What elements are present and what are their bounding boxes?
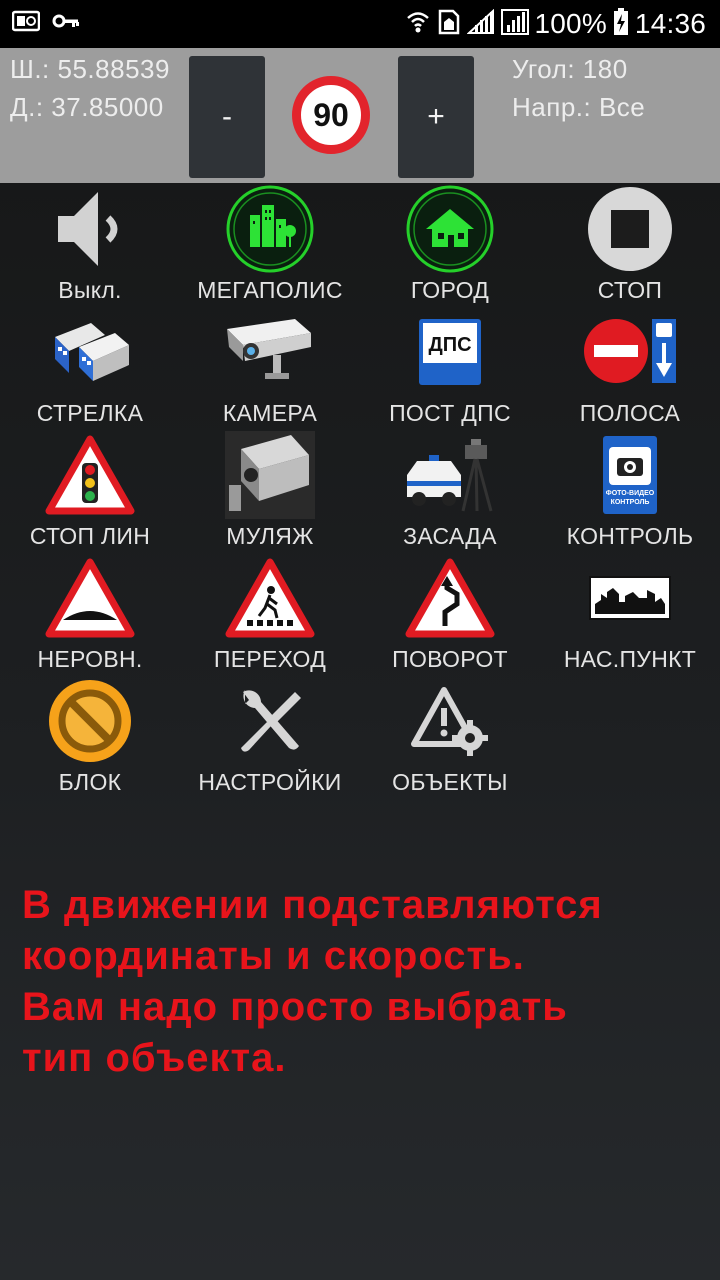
- key-icon: [52, 11, 80, 36]
- tile-label: ПОВОРОТ: [392, 646, 508, 672]
- tile-lane[interactable]: ПОЛОСА: [540, 306, 720, 429]
- tile-label: НАСТРОЙКИ: [198, 769, 342, 795]
- tile-camera[interactable]: КАМЕРА: [180, 306, 360, 429]
- sign-caption-2: КОНТРОЛЬ: [611, 499, 650, 506]
- tile-block[interactable]: БЛОК: [0, 675, 180, 798]
- warning-gear-icon: [405, 677, 495, 765]
- speed-plus-button[interactable]: +: [398, 56, 474, 178]
- message-line: В движении подставляются: [22, 883, 603, 927]
- tile-label: ОБЪЕКТЫ: [392, 769, 508, 795]
- dangerous-curve-icon: [405, 554, 495, 642]
- dps-sign-text: ДПС: [428, 334, 471, 356]
- tile-settings[interactable]: НАСТРОЙКИ: [180, 675, 360, 798]
- status-bar: 100% 14:36: [0, 0, 720, 48]
- info-message: В движении подставляются координаты и ск…: [22, 880, 712, 1084]
- signal-icon: [500, 8, 529, 40]
- tile-objects[interactable]: ОБЪЕКТЫ: [360, 675, 540, 798]
- settlement-sign-icon: [585, 554, 675, 642]
- tile-label: СТОП: [597, 277, 663, 303]
- tile-arrow-camera[interactable]: СТРЕЛКА: [0, 306, 180, 429]
- tile-megapolis[interactable]: МЕГАПОЛИС: [180, 183, 360, 306]
- longitude-readout: Д.: 37.85000: [10, 92, 164, 122]
- speed-minus-button[interactable]: -: [189, 56, 265, 178]
- top-panel: Ш.: 55.88539 Д.: 37.85000 - 90 + Угол: 1…: [0, 48, 720, 183]
- tile-label: БЛОК: [58, 769, 122, 795]
- tile-label: МЕГАПОЛИС: [197, 277, 343, 303]
- prohibited-icon: [45, 677, 135, 765]
- message-line: тип объекта.: [22, 1036, 287, 1080]
- wifi-icon: [405, 9, 431, 40]
- tile-settlement[interactable]: НАС.ПУНКТ: [540, 552, 720, 675]
- tile-label: ЗАСАДА: [403, 523, 497, 549]
- dummy-camera-icon: [225, 431, 315, 519]
- stop-icon: [585, 185, 675, 273]
- tile-label: НАС.ПУНКТ: [563, 646, 697, 672]
- tile-bump[interactable]: НЕРОВН.: [0, 552, 180, 675]
- city-skyline-icon: [225, 185, 315, 273]
- speaker-muted-icon: [45, 185, 135, 273]
- angle-readout: Угол: 180: [512, 54, 628, 84]
- direction-readout[interactable]: Напр.: Все: [512, 92, 645, 123]
- sim-icon: [437, 8, 461, 41]
- tile-stop-line[interactable]: СТОП ЛИН: [0, 429, 180, 552]
- tile-dummy[interactable]: МУЛЯЖ: [180, 429, 360, 552]
- house-icon: [405, 185, 495, 273]
- tile-label: ГОРОД: [410, 277, 490, 303]
- tile-label: СТРЕЛКА: [36, 400, 144, 426]
- tile-label: НЕРОВН.: [37, 646, 143, 672]
- tile-label: Выкл.: [58, 277, 122, 303]
- surveillance-camera-icon: [225, 308, 315, 396]
- tile-label: КОНТРОЛЬ: [566, 523, 694, 549]
- tile-label: КАМЕРА: [222, 400, 318, 426]
- tile-dps-post[interactable]: ДПС ПОСТ ДПС: [360, 306, 540, 429]
- wrench-screwdriver-icon: [225, 677, 315, 765]
- no-entry-bus-lane-icon: [580, 308, 680, 396]
- tile-label: ПОЛОСА: [579, 400, 681, 426]
- tile-city[interactable]: ГОРОД: [360, 183, 540, 306]
- tile-label: МУЛЯЖ: [226, 523, 314, 549]
- battery-percent: 100%: [534, 8, 607, 39]
- signal-icon: [465, 8, 495, 40]
- traffic-light-warning-icon: [45, 431, 135, 519]
- screenshot-icon: [11, 10, 41, 37]
- dual-camera-icon: [45, 308, 135, 396]
- tile-turn[interactable]: ПОВОРОТ: [360, 552, 540, 675]
- pedestrian-crossing-icon: [225, 554, 315, 642]
- police-radar-icon: [405, 431, 495, 519]
- tile-crossing[interactable]: ПЕРЕХОД: [180, 552, 360, 675]
- tile-ambush[interactable]: ЗАСАДА: [360, 429, 540, 552]
- tile-control[interactable]: ФОТО-ВИДЕО КОНТРОЛЬ КОНТРОЛЬ: [540, 429, 720, 552]
- latitude-readout: Ш.: 55.88539: [10, 54, 170, 84]
- tile-label: ПЕРЕХОД: [213, 646, 327, 672]
- tile-label: ПОСТ ДПС: [389, 400, 511, 426]
- battery-charging-icon: [613, 7, 629, 41]
- message-line: Вам надо просто выбрать: [22, 985, 568, 1029]
- message-line: координаты и скорость.: [22, 934, 525, 978]
- clock: 14:36: [634, 8, 706, 39]
- speed-bump-warning-icon: [45, 554, 135, 642]
- speed-value: 90: [313, 96, 349, 133]
- speed-limit-sign[interactable]: 90: [292, 76, 370, 154]
- tile-off[interactable]: Выкл.: [0, 183, 180, 306]
- sign-caption-1: ФОТО-ВИДЕО: [606, 490, 655, 497]
- photo-video-control-sign-icon: ФОТО-ВИДЕО КОНТРОЛЬ: [585, 431, 675, 519]
- tile-label: СТОП ЛИН: [29, 523, 151, 549]
- tile-stop[interactable]: СТОП: [540, 183, 720, 306]
- dps-sign-icon: ДПС: [405, 308, 495, 396]
